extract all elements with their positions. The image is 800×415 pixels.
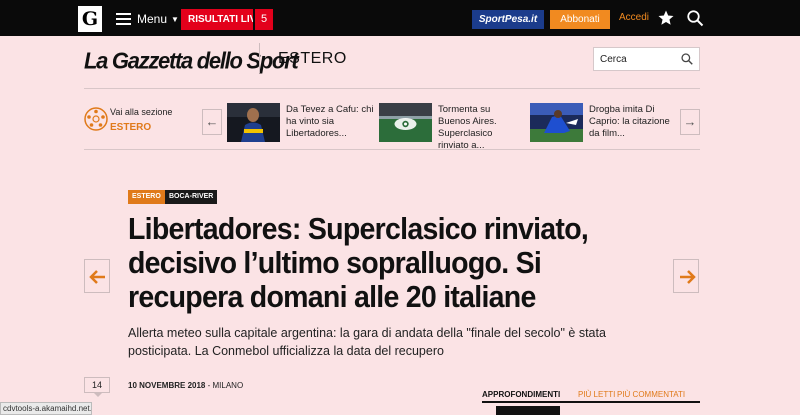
sportpesa-button[interactable]: SportPesa.it — [472, 10, 544, 29]
site-brand-logo[interactable]: La Gazzetta dello Sport — [84, 47, 299, 74]
search-field[interactable] — [593, 47, 700, 71]
related-prev-button[interactable]: ← — [202, 109, 222, 135]
abbonati-button[interactable]: Abbonati — [550, 10, 610, 29]
arrow-left-icon — [89, 270, 105, 284]
goto-section-link[interactable]: ESTERO — [110, 122, 151, 133]
related-thumbnail[interactable] — [227, 103, 280, 142]
related-item-2[interactable]: Tormenta su Buenos Aires. Superclasico r… — [438, 104, 497, 152]
accedi-link[interactable]: Accedi — [619, 12, 649, 23]
related-thumbnail[interactable] — [530, 103, 583, 142]
related-thumbnail[interactable] — [379, 103, 432, 142]
tab-piu-letti[interactable]: PIÙ LETTI — [578, 389, 615, 401]
search-input[interactable] — [594, 48, 674, 70]
menu-button[interactable]: Menu ▼ — [116, 10, 179, 28]
article-place: - MILANO — [207, 381, 244, 390]
search-icon[interactable] — [680, 52, 694, 66]
top-navbar: G Menu ▼ RISULTATI LIVE 5 SportPesa.it A… — [0, 0, 800, 36]
related-next-button[interactable]: → — [680, 109, 700, 135]
article-headline: Libertadores: Superclasico rinviato, dec… — [128, 211, 589, 314]
arrow-right-icon — [680, 270, 696, 284]
sidebar-tabs: APPROFONDIMENTI PIÙ LETTI PIÙ COMMENTATI — [482, 389, 700, 403]
tag-estero[interactable]: ESTERO — [128, 190, 165, 204]
brand-divider — [259, 43, 260, 73]
tevez-photo — [227, 103, 280, 142]
arrow-right-icon: → — [683, 114, 697, 129]
hamburger-icon — [116, 13, 131, 25]
drogba-photo — [530, 103, 583, 142]
related-item-3[interactable]: Drogba imita Di Caprio: la citazione da … — [589, 104, 670, 140]
live-count-badge[interactable]: 5 — [253, 9, 273, 30]
sidebar-preview-bar — [496, 406, 560, 415]
star-icon[interactable] — [657, 9, 675, 27]
prev-article-button[interactable] — [84, 259, 110, 293]
menu-label: Menu — [137, 12, 168, 26]
gazzetta-logo[interactable]: G — [78, 6, 102, 32]
caret-down-icon: ▼ — [171, 14, 179, 24]
arrow-left-icon: ← — [205, 114, 219, 129]
soccer-ball-icon[interactable] — [83, 106, 113, 136]
tag-boca-river[interactable]: BOCA-RIVER — [165, 190, 218, 204]
article-subheadline: Allerta meteo sulla capitale argentina: … — [128, 326, 606, 358]
related-item-1[interactable]: Da Tevez a Cafu: chi ha vinto sia Libert… — [286, 104, 373, 140]
search-icon[interactable] — [686, 9, 704, 27]
browser-status-bar: cdvtools-a.akamaihd.net... — [0, 402, 92, 415]
article-date: 10 NOVEMBRE 2018 — [128, 381, 206, 390]
comment-count-badge[interactable]: 14 — [84, 377, 110, 397]
article-dateline: 10 NOVEMBRE 2018 - MILANO — [128, 381, 243, 390]
divider — [84, 88, 700, 89]
goto-section-label[interactable]: Vai alla sezione — [110, 107, 172, 117]
tab-approfondimenti[interactable]: APPROFONDIMENTI — [482, 389, 560, 401]
stadium-video-photo — [379, 103, 432, 142]
tab-piu-commentati[interactable]: PIÙ COMMENTATI — [617, 389, 685, 401]
next-article-button[interactable] — [673, 259, 699, 293]
divider — [84, 149, 700, 150]
section-title[interactable]: ESTERO — [278, 50, 347, 68]
